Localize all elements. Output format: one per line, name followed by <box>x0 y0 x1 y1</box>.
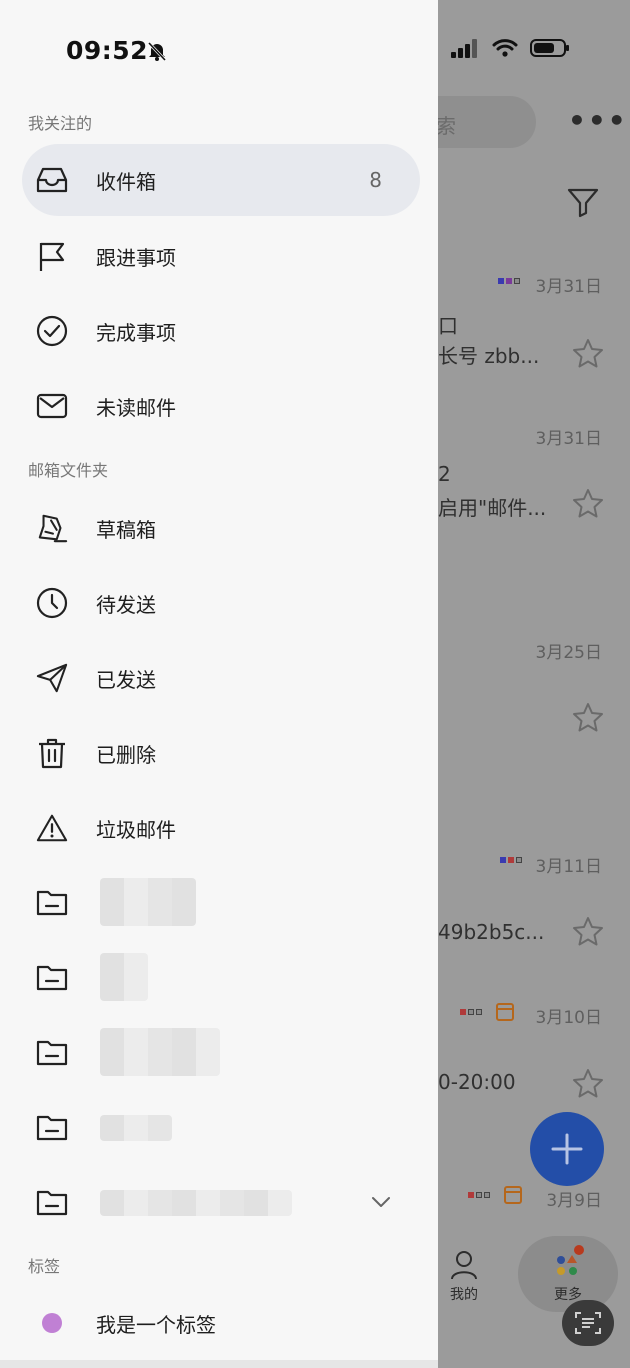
unread-count: 8 <box>369 168 382 192</box>
apps-grid-icon <box>557 1245 584 1275</box>
mail-preview[interactable]: 启用"邮件... <box>438 492 546 521</box>
clock-icon <box>36 587 68 619</box>
nav-item-deleted[interactable]: 已删除 <box>22 717 420 789</box>
folder-name-redacted <box>100 953 148 1001</box>
star-icon[interactable] <box>572 916 604 946</box>
nav-label: 已删除 <box>96 742 156 767</box>
calendar-icon <box>504 1186 522 1204</box>
chevron-down-icon[interactable] <box>370 1191 392 1213</box>
search-placeholder-fragment: 索 <box>436 114 456 138</box>
scan-text-icon <box>575 1312 601 1334</box>
nav-item-custom-folder[interactable] <box>22 941 420 1013</box>
folder-name-redacted <box>100 878 196 926</box>
mail-subject[interactable]: 2 <box>438 462 451 486</box>
tag-color-dot <box>42 1313 62 1333</box>
tab-mine-label: 我的 <box>450 1287 478 1303</box>
label-dots <box>468 1192 490 1198</box>
star-icon[interactable] <box>572 338 604 368</box>
nav-label: 完成事项 <box>96 320 176 345</box>
trash-icon <box>36 737 68 769</box>
warning-icon <box>36 812 68 844</box>
label-dots <box>500 857 522 863</box>
mail-preview[interactable]: 长号 zbb... <box>438 340 539 369</box>
nav-item-drafts[interactable]: 草稿箱 <box>22 492 420 564</box>
drawer-bottom-edge <box>0 1360 438 1368</box>
nav-label: 收件箱 <box>96 169 156 194</box>
nav-item-follow-up[interactable]: 跟进事项 <box>22 220 420 292</box>
mail-preview[interactable]: 49b2b5c... <box>438 920 544 944</box>
folder-icon <box>36 1036 68 1068</box>
nav-item-done[interactable]: 完成事项 <box>22 295 420 367</box>
label-dots <box>498 278 520 284</box>
folder-name-redacted <box>100 1190 292 1216</box>
person-icon <box>451 1251 477 1280</box>
bell-muted-icon <box>147 41 167 62</box>
mail-subject[interactable]: 口 <box>438 310 458 339</box>
mail-date: 3月11日 <box>535 857 602 877</box>
folder-icon <box>36 1111 68 1143</box>
mail-date: 3月31日 <box>535 429 602 449</box>
compose-button[interactable] <box>530 1112 604 1186</box>
nav-item-unread[interactable]: 未读邮件 <box>22 370 420 442</box>
star-icon[interactable] <box>572 702 604 732</box>
nav-item-custom-folder[interactable] <box>22 1091 420 1163</box>
mail-date: 3月31日 <box>535 277 602 297</box>
nav-label: 待发送 <box>96 592 156 617</box>
nav-item-inbox[interactable]: 收件箱 8 <box>22 144 420 216</box>
status-time: 09:52 <box>66 36 149 65</box>
mail-date: 3月9日 <box>546 1191 602 1211</box>
mail-date: 3月25日 <box>535 643 602 663</box>
section-title-following: 我关注的 <box>28 114 93 133</box>
nav-item-spam[interactable]: 垃圾邮件 <box>22 792 420 864</box>
signal-icon <box>451 39 477 58</box>
nav-label: 垃圾邮件 <box>96 817 176 842</box>
nav-item-custom-folder[interactable] <box>22 1016 420 1088</box>
section-title-tags: 标签 <box>28 1257 61 1276</box>
nav-label: 跟进事项 <box>96 245 176 270</box>
star-icon[interactable] <box>572 488 604 518</box>
tab-more[interactable]: 更多 <box>548 1244 588 1304</box>
filter-icon[interactable] <box>566 186 600 218</box>
folder-name-redacted <box>100 1028 220 1076</box>
section-title-folders: 邮箱文件夹 <box>28 461 109 480</box>
folder-icon <box>36 1186 68 1218</box>
nav-label: 已发送 <box>96 667 156 692</box>
folder-icon <box>36 961 68 993</box>
check-circle-icon <box>36 315 68 347</box>
mail-date: 3月10日 <box>535 1008 602 1028</box>
folder-icon <box>36 886 68 918</box>
more-options-icon[interactable]: ••• <box>568 104 628 137</box>
nav-label: 未读邮件 <box>96 395 176 420</box>
nav-label: 草稿箱 <box>96 517 156 542</box>
draft-icon <box>36 512 68 544</box>
nav-item-custom-folder[interactable] <box>22 1166 420 1238</box>
star-icon[interactable] <box>572 1068 604 1098</box>
navigation-drawer: 09:52 我关注的 收件箱 8 跟进事项 完成事项 未读邮件 邮箱文件夹 草稿… <box>0 0 438 1368</box>
scan-button[interactable] <box>562 1300 614 1346</box>
calendar-icon <box>496 1003 514 1021</box>
inbox-icon <box>36 164 68 196</box>
nav-item-tag[interactable]: 我是一个标签 <box>22 1287 420 1359</box>
tab-mine[interactable]: 我的 <box>444 1250 484 1304</box>
wifi-icon <box>492 39 518 57</box>
plus-icon <box>551 1133 583 1165</box>
folder-name-redacted <box>100 1115 172 1141</box>
send-icon <box>36 662 68 694</box>
label-dots <box>460 1009 482 1015</box>
flag-icon <box>36 240 68 272</box>
envelope-icon <box>36 390 68 422</box>
nav-item-pending[interactable]: 待发送 <box>22 567 420 639</box>
nav-label: 我是一个标签 <box>96 1312 216 1337</box>
mail-preview[interactable]: 0-20:00 <box>438 1070 516 1094</box>
nav-item-sent[interactable]: 已发送 <box>22 642 420 714</box>
battery-icon <box>530 39 569 57</box>
status-icons <box>450 38 570 58</box>
nav-item-custom-folder[interactable] <box>22 866 420 938</box>
